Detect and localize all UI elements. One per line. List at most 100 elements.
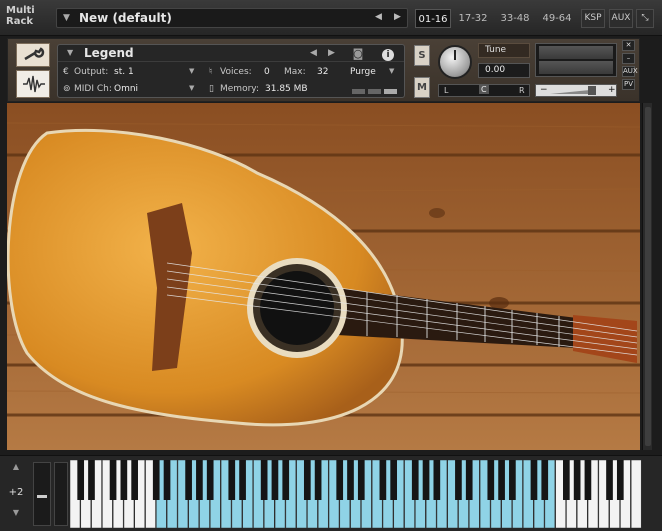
black-key[interactable] <box>120 460 128 500</box>
pv-toggle[interactable]: PV <box>622 79 635 90</box>
instrument-next-icon[interactable]: ▶ <box>328 48 335 58</box>
black-key[interactable] <box>260 460 268 500</box>
minimize-icon[interactable]: – <box>622 53 635 64</box>
octave-up-icon[interactable]: ▲ <box>4 462 28 471</box>
white-key[interactable] <box>630 460 642 528</box>
black-key[interactable] <box>314 460 322 500</box>
purge-menu[interactable]: Purge <box>350 67 376 77</box>
black-key[interactable] <box>573 460 581 500</box>
black-key[interactable] <box>77 460 85 500</box>
level-meter <box>535 43 617 77</box>
black-key[interactable] <box>606 460 613 500</box>
volume-slider[interactable]: − + <box>535 84 617 97</box>
black-key[interactable] <box>282 460 290 500</box>
black-key[interactable] <box>541 460 549 500</box>
output-dropdown-icon[interactable]: ▼ <box>189 67 194 75</box>
black-key[interactable] <box>616 460 624 500</box>
volume-plus[interactable]: + <box>608 85 616 95</box>
black-key[interactable] <box>109 460 117 500</box>
octave-control[interactable]: ▲ +2 ▼ <box>4 462 28 524</box>
tune-knob[interactable] <box>438 45 472 79</box>
side-controls: ✕ – AUX PV <box>622 40 638 92</box>
black-key[interactable] <box>455 460 462 500</box>
instrument-prev-icon[interactable]: ◀ <box>310 48 317 58</box>
collapse-icon[interactable]: ⤡ <box>636 9 654 28</box>
preset-dropdown-icon[interactable]: ▼ <box>63 13 70 23</box>
piano-keyboard[interactable] <box>70 460 642 528</box>
volume-minus[interactable]: − <box>540 85 548 95</box>
black-key[interactable] <box>88 460 95 500</box>
camera-icon[interactable]: ◙ <box>346 45 370 62</box>
aux-button[interactable]: AUX <box>609 9 633 28</box>
black-key[interactable] <box>411 460 419 500</box>
black-key[interactable] <box>347 460 354 500</box>
pan-slider[interactable]: L C R <box>438 84 530 97</box>
octave-value: +2 <box>8 487 24 498</box>
wrench-icon[interactable] <box>16 43 50 67</box>
memory-label: Memory: <box>220 84 259 94</box>
preset-name: New (default) <box>79 11 172 25</box>
black-key[interactable] <box>509 460 516 500</box>
midi-channel-label: MIDI Ch: <box>74 84 112 94</box>
pitch-wheel[interactable] <box>54 462 68 526</box>
black-key[interactable] <box>422 460 430 500</box>
black-key[interactable] <box>152 460 160 500</box>
preset-selector[interactable]: ▼ New (default) ◀ ▶ <box>56 8 408 28</box>
voices-icon: ♮ <box>209 67 213 77</box>
black-key[interactable] <box>498 460 505 500</box>
black-key[interactable] <box>131 460 138 500</box>
output-icon: € <box>63 67 69 77</box>
rack-header: Multi Rack ▼ New (default) ◀ ▶ 01-16 17-… <box>0 0 662 36</box>
black-key[interactable] <box>379 460 387 500</box>
instrument-panel: ▼ Legend ◀ ▶ ◙ i € Output: st. 1 ▼ ♮ Voi… <box>57 44 405 98</box>
mod-wheel[interactable] <box>33 462 51 526</box>
volume-handle[interactable] <box>588 86 596 95</box>
black-key[interactable] <box>563 460 570 500</box>
black-key[interactable] <box>465 460 473 500</box>
solo-button[interactable]: S <box>414 45 430 66</box>
midi-dropdown-icon[interactable]: ▼ <box>189 84 194 92</box>
black-key[interactable] <box>584 460 592 500</box>
tune-value[interactable]: 0.00 <box>478 63 530 78</box>
keyboard-area: ▲ +2 ▼ <box>0 455 662 531</box>
black-key[interactable] <box>228 460 236 500</box>
scrollbar-thumb[interactable] <box>645 107 651 446</box>
output-value[interactable]: st. 1 <box>114 67 134 77</box>
black-key[interactable] <box>303 460 311 500</box>
collapse-arrow-icon[interactable]: ▼ <box>67 48 73 57</box>
instrument-name: Legend <box>84 46 134 60</box>
midi-channel-value[interactable]: Omni <box>114 84 138 94</box>
close-icon[interactable]: ✕ <box>622 40 635 51</box>
black-key[interactable] <box>357 460 365 500</box>
aux-toggle[interactable]: AUX <box>622 66 638 77</box>
purge-dropdown-icon[interactable]: ▼ <box>389 67 394 75</box>
black-key[interactable] <box>530 460 538 500</box>
max-voices-value[interactable]: 32 <box>317 67 328 77</box>
tab-01-16[interactable]: 01-16 <box>415 9 451 28</box>
black-key[interactable] <box>206 460 214 500</box>
pan-right-label: R <box>519 86 525 95</box>
tab-17-32[interactable]: 17-32 <box>455 9 491 28</box>
ksp-button[interactable]: KSP <box>581 9 605 28</box>
black-key[interactable] <box>336 460 344 500</box>
preset-next-icon[interactable]: ▶ <box>394 12 401 22</box>
preset-prev-icon[interactable]: ◀ <box>375 12 382 22</box>
tab-49-64[interactable]: 49-64 <box>538 9 576 28</box>
rack-label: Multi Rack <box>6 5 35 27</box>
tab-33-48[interactable]: 33-48 <box>496 9 534 28</box>
octave-down-icon[interactable]: ▼ <box>4 508 28 517</box>
black-key[interactable] <box>163 460 171 500</box>
black-key[interactable] <box>487 460 495 500</box>
black-key[interactable] <box>185 460 192 500</box>
waveform-icon[interactable] <box>16 70 50 98</box>
black-key[interactable] <box>196 460 203 500</box>
black-key[interactable] <box>390 460 398 500</box>
pan-center-handle[interactable]: C <box>479 85 489 94</box>
black-key[interactable] <box>433 460 441 500</box>
info-icon[interactable]: i <box>376 45 400 62</box>
black-key[interactable] <box>239 460 246 500</box>
mute-button[interactable]: M <box>414 77 430 98</box>
scrollbar[interactable] <box>642 103 652 450</box>
black-key[interactable] <box>271 460 279 500</box>
meter-left <box>539 46 613 59</box>
